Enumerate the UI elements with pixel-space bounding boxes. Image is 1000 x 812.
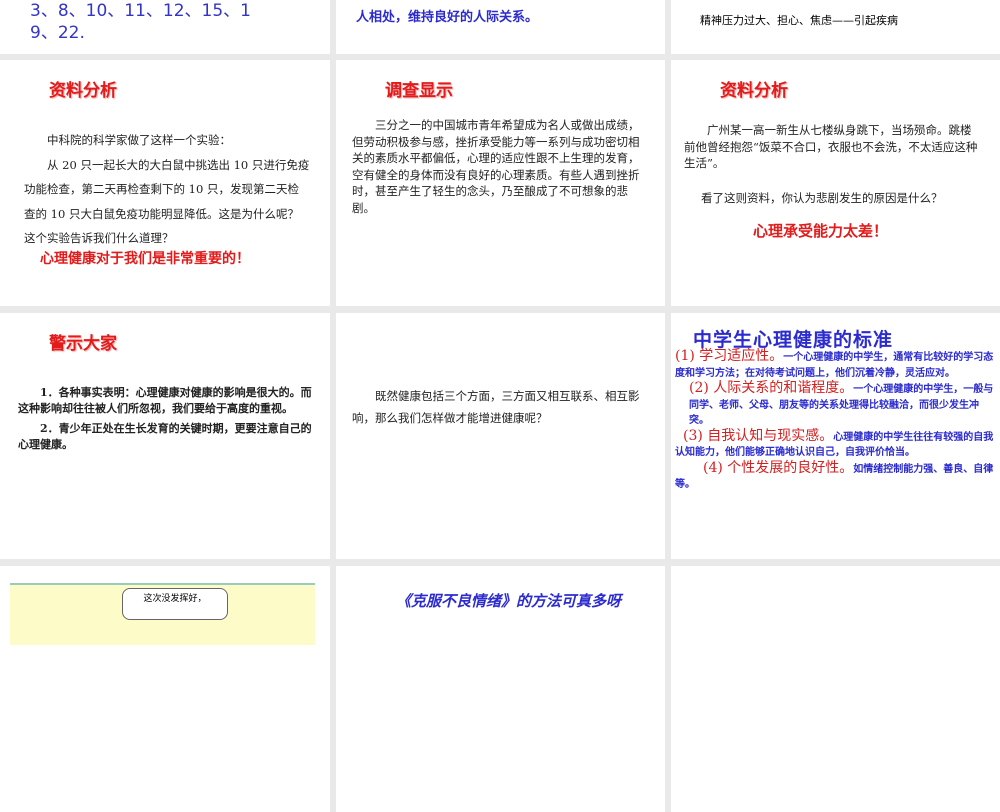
standard-heading: (2) 人际关系的和谐程度。	[689, 380, 854, 396]
standard-heading: (1) 学习适应性。	[675, 348, 784, 364]
slide-thumbnail[interactable]: 既然健康包括三个方面，三方面又相互联系、相互影响，那么我们怎样做才能增进健康呢？	[336, 313, 665, 559]
slide-thumbnail[interactable]: 人相处，维持良好的人际关系。	[336, 0, 665, 54]
slide-thumbnail[interactable]: 警示大家 1．各种事实表明：心理健康对健康的影响是很大的。而这种影响却往往被人们…	[0, 313, 330, 559]
slide-paragraph: 看了这则资料，你认为悲剧发生的原因是什么？	[701, 191, 943, 205]
slide-title: 《克服不良情绪》的方法可真多呀	[396, 592, 622, 610]
slide-paragraph: 1．各种事实表明：心理健康对健康的影响是很大的。而这种影响却往往被人们所忽视，我…	[18, 386, 312, 415]
slide-text: 精神压力过大、担心、焦虑——引起疾病	[700, 14, 898, 27]
slide-thumbnail[interactable]: 《克服不良情绪》的方法可真多呀	[336, 566, 665, 812]
standard-item: (4) 个性发展的良好性。如情绪控制能力强、善良、自律等。	[675, 459, 997, 493]
slide-thumbnail[interactable]: 调查显示 三分之一的中国城市青年希望成为名人或做出成绩，但劳动积极参与感，挫折承…	[336, 60, 665, 306]
slide-text: 3、8、10、11、12、15、1	[30, 1, 251, 21]
standard-item: (2) 人际关系的和谐程度。一个心理健康的中学生，一般与同学、老师、父母、朋友等…	[675, 380, 997, 429]
slide-paragraph: 广州某一高一新生从七楼纵身跳下，当场殒命。跳楼前他曾经抱怨“饭菜不合口，衣服也不…	[684, 123, 978, 170]
standard-item: (1) 学习适应性。一个心理健康的中学生，通常有比较好的学习态度和学习方法；在对…	[675, 348, 997, 381]
slide-title: 资料分析	[49, 81, 117, 101]
standard-heading: (4) 个性发展的良好性。	[703, 459, 854, 476]
slide-title: 调查显示	[385, 81, 453, 101]
slide-paragraph: 2．青少年正处在生长发育的关键时期，更要注意自己的心理健康。	[18, 422, 312, 451]
slide-paragraph: 中科院的科学家做了这样一个实验：	[47, 133, 231, 147]
slide-paragraph: 从 20 只一起长大的大白鼠中挑选出 10 只进行免疫功能检查，第二天再检查剩下…	[24, 157, 310, 246]
slide-thumbnail[interactable]: 3、8、10、11、12、15、1 9、22.	[0, 0, 330, 54]
cartoon-image: 这次没发挥好，	[10, 583, 315, 645]
slide-thumbnail[interactable]: 精神压力过大、担心、焦虑——引起疾病	[671, 0, 1000, 54]
slide-thumbnail[interactable]	[671, 566, 1000, 812]
slide-thumbnail[interactable]: 中学生心理健康的标准 (1) 学习适应性。一个心理健康的中学生，通常有比较好的学…	[671, 313, 1000, 559]
slide-paragraph: 三分之一的中国城市青年希望成为名人或做出成绩，但劳动积极参与感，挫折承受能力等一…	[352, 118, 640, 215]
slide-thumbnail[interactable]: 资料分析 广州某一高一新生从七楼纵身跳下，当场殒命。跳楼前他曾经抱怨“饭菜不合口…	[671, 60, 1000, 306]
slide-title: 警示大家	[49, 334, 117, 354]
slide-conclusion: 心理承受能力太差！	[753, 222, 889, 240]
standard-heading: (3) 自我认知与现实感。	[683, 427, 834, 444]
speech-bubble: 这次没发挥好，	[122, 588, 228, 620]
standard-item: (3) 自我认知与现实感。心理健康的中学生往往有较强的自我认知能力，他们能够正确…	[675, 427, 997, 461]
slide-thumbnail[interactable]: 资料分析 中科院的科学家做了这样一个实验： 从 20 只一起长大的大白鼠中挑选出…	[0, 60, 330, 306]
slide-conclusion: 心理健康对于我们是非常重要的！	[40, 251, 250, 267]
slide-thumbnail[interactable]: 这次没发挥好，	[0, 566, 330, 812]
slide-text: 9、22.	[30, 23, 85, 43]
slide-text: 人相处，维持良好的人际关系。	[356, 10, 539, 25]
slide-title: 资料分析	[720, 81, 788, 101]
slide-paragraph: 既然健康包括三个方面，三方面又相互联系、相互影响，那么我们怎样做才能增进健康呢？	[352, 389, 640, 425]
